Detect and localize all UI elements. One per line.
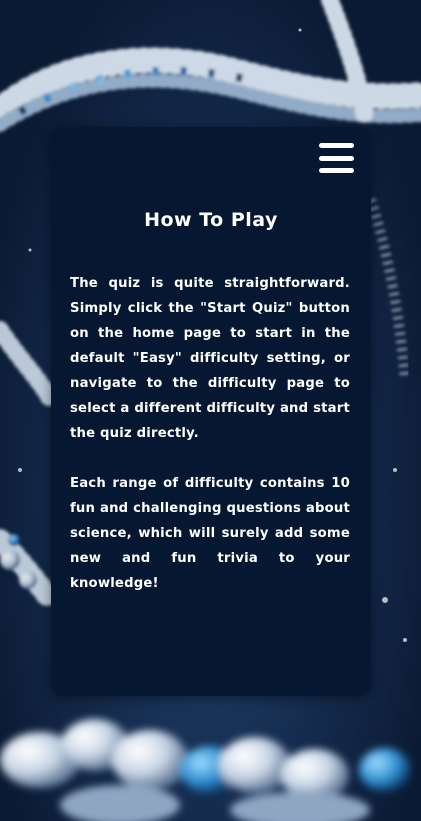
left-dna-strand [0,321,62,611]
top-dna-strand [0,0,421,132]
difficulty-description-paragraph: Each range of difficulty contains 10 fun… [70,476,350,591]
how-to-play-card: How To Play The quiz is quite straightfo… [51,127,371,696]
bottom-dna-strand [0,719,411,821]
menu-bar-middle [319,155,354,161]
menu-bar-top [319,143,354,148]
hamburger-menu-icon[interactable] [319,143,355,173]
page-title: How To Play [144,209,278,231]
instructions-paragraph: The quiz is quite straightforward. Simpl… [70,276,350,441]
right-dna-strand [366,198,410,381]
menu-bar-bottom [319,168,354,173]
